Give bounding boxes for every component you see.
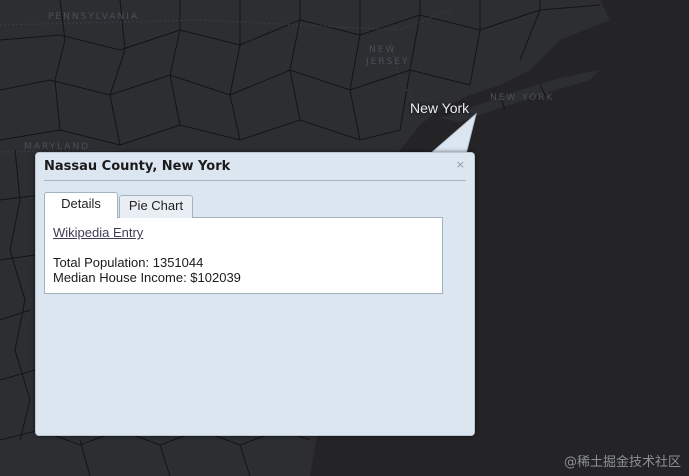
watermark: @稀土掘金技术社区 bbox=[563, 455, 681, 470]
total-population: Total Population: 1351044 bbox=[53, 255, 204, 270]
median-income: Median House Income: $102039 bbox=[53, 270, 241, 285]
panel-spacer bbox=[53, 240, 434, 255]
details-panel: Wikipedia Entry Total Population: 135104… bbox=[44, 217, 443, 294]
tab-pie-chart[interactable]: Pie Chart bbox=[119, 195, 193, 218]
info-popup: Nassau County, New York × Details Pie Ch… bbox=[35, 152, 475, 436]
tab-details[interactable]: Details bbox=[44, 192, 118, 218]
wikipedia-link[interactable]: Wikipedia Entry bbox=[53, 225, 143, 240]
popup-title: Nassau County, New York bbox=[44, 159, 231, 174]
close-icon[interactable]: × bbox=[456, 159, 465, 171]
popup-divider bbox=[44, 180, 466, 181]
